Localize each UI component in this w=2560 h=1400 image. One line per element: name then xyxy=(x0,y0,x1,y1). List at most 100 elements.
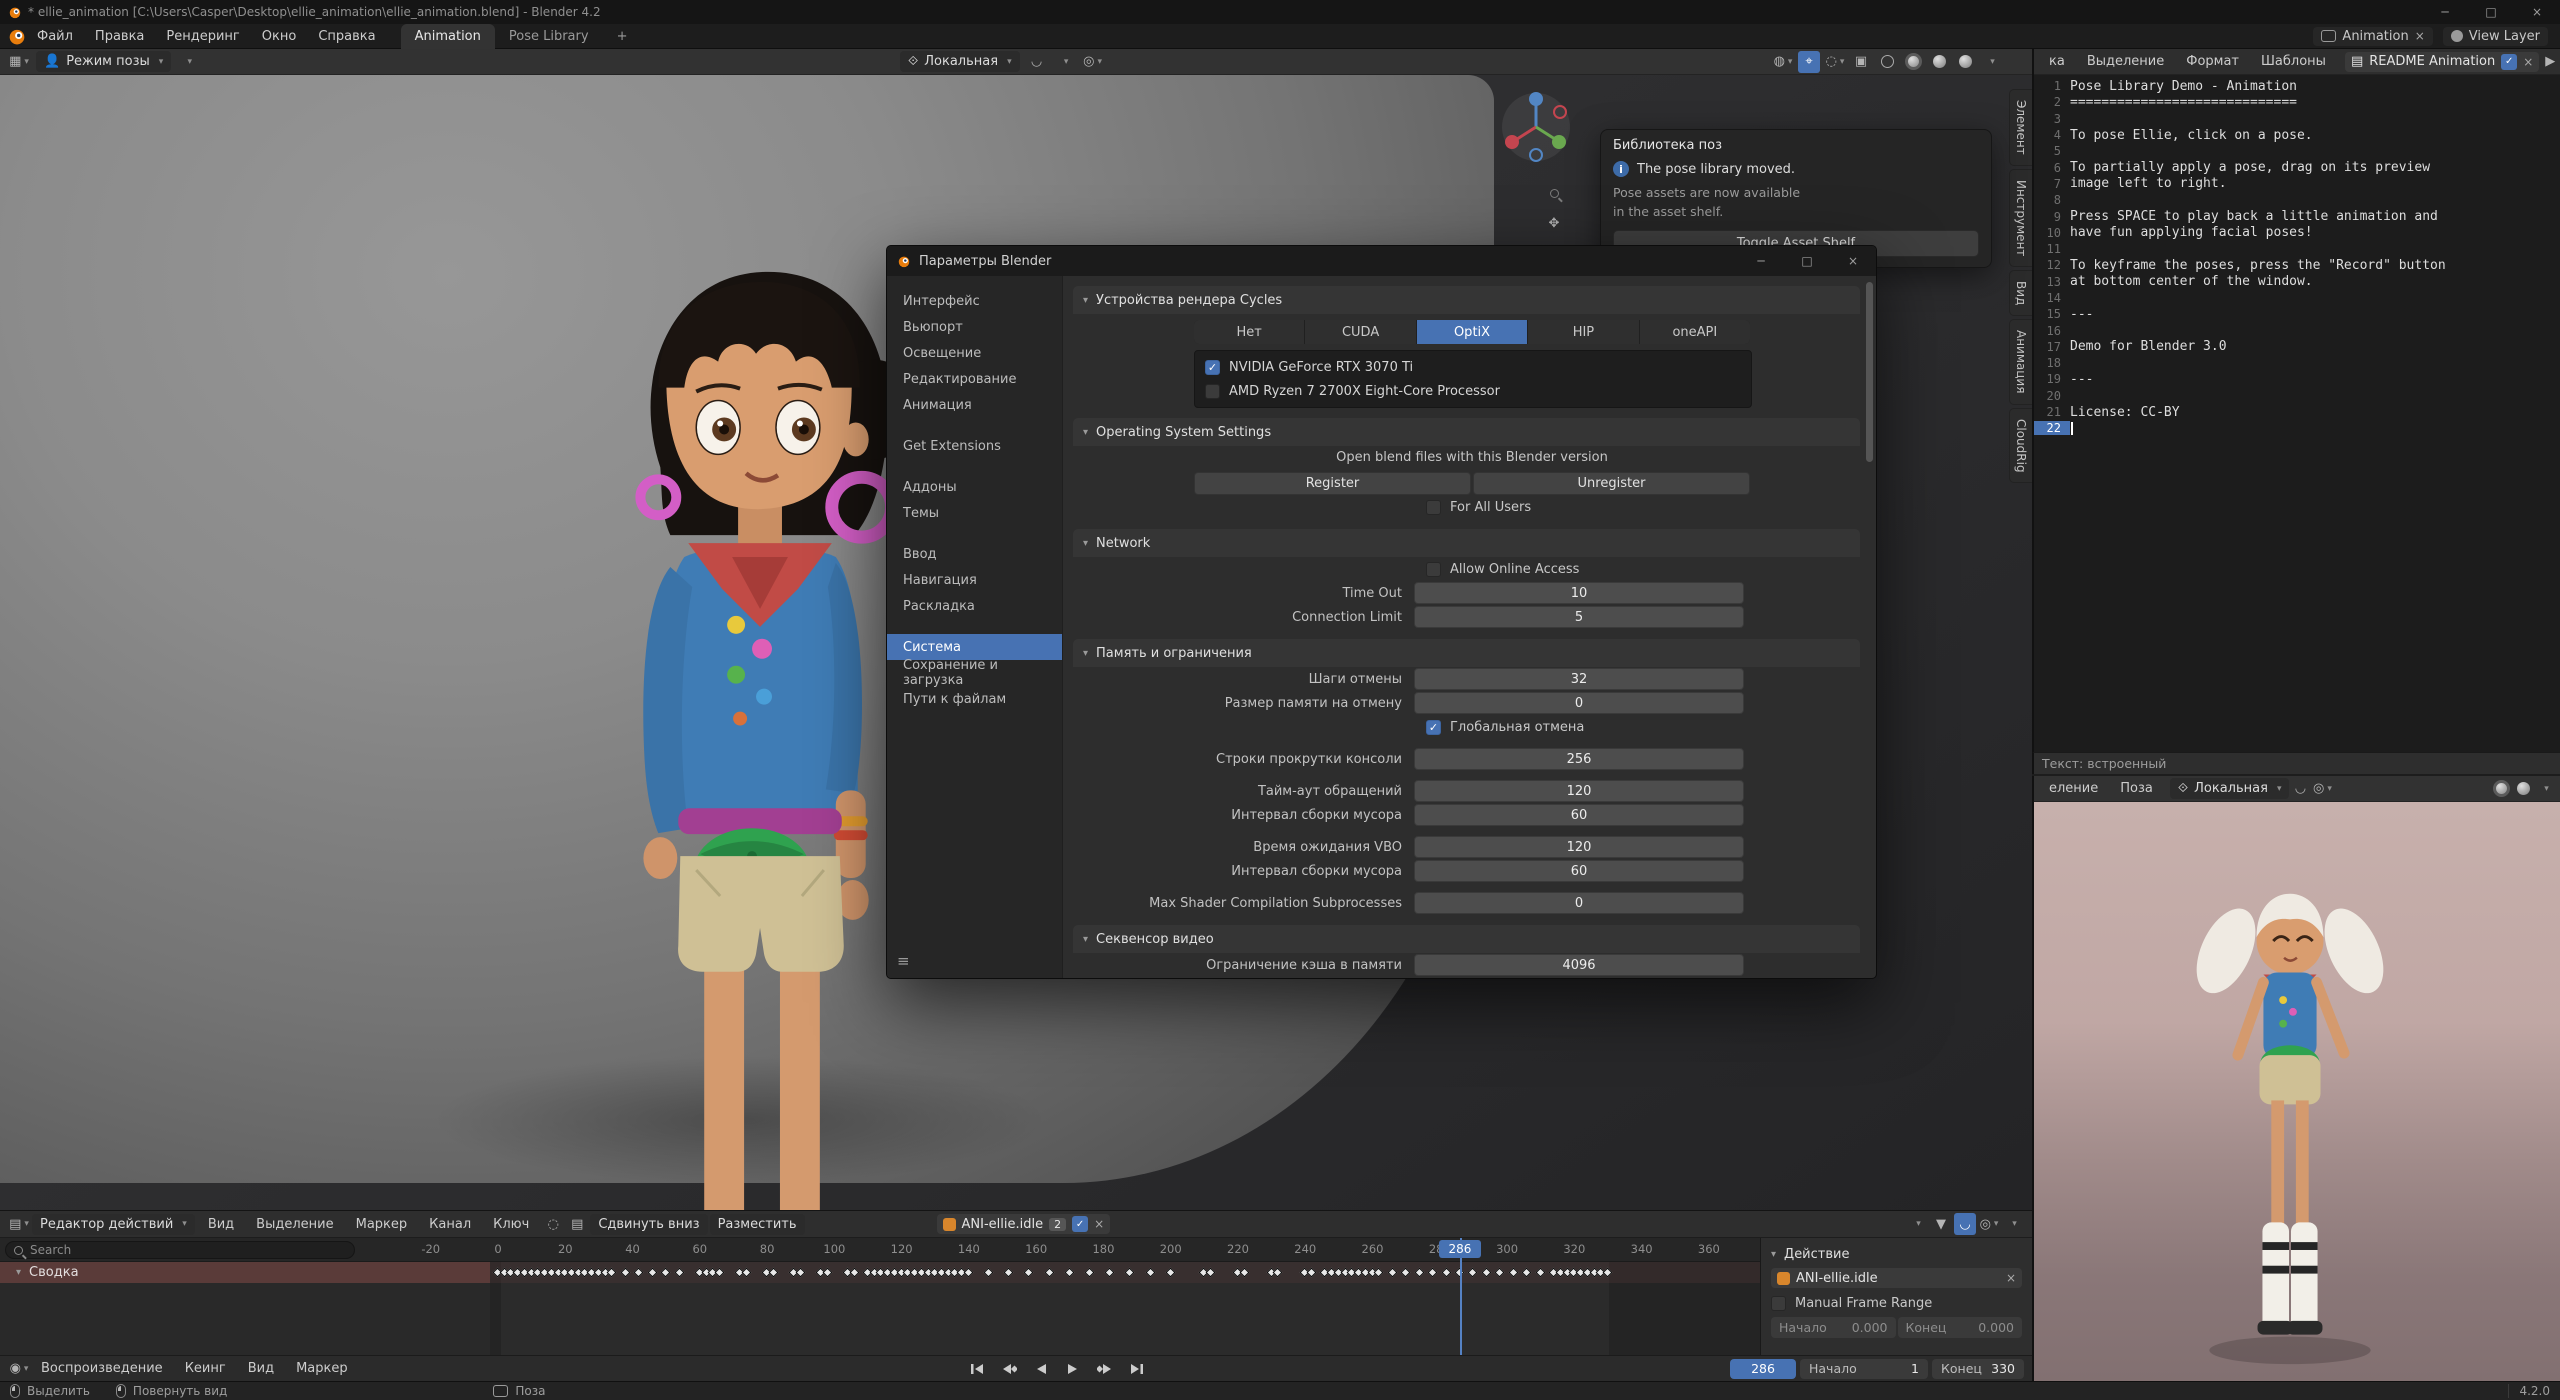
range-start-field[interactable]: Начало0.000 xyxy=(1771,1317,1896,1338)
keyframe-diamond[interactable] xyxy=(984,1268,994,1278)
text-line[interactable]: 20 xyxy=(2034,388,2560,404)
unlink-action-icon[interactable]: × xyxy=(1094,1217,1104,1231)
prefs-nav-Раскладка[interactable]: Раскладка xyxy=(887,593,1062,619)
shading-options-icon-2[interactable]: ▾ xyxy=(2534,778,2556,800)
pose-viewport-canvas[interactable] xyxy=(2034,802,2560,1381)
menu-Рендеринг[interactable]: Рендеринг xyxy=(155,29,250,44)
field-Интервал сборки мусора[interactable]: 60 xyxy=(1414,860,1744,882)
sidebar-tab-Анимация[interactable]: Анимация xyxy=(2009,319,2032,404)
keyframe-diamond[interactable] xyxy=(1522,1268,1532,1278)
keyframe-diamond[interactable] xyxy=(1468,1268,1478,1278)
device-tab-HIP[interactable]: HIP xyxy=(1528,320,1638,344)
unlink-action-icon[interactable]: × xyxy=(2006,1271,2016,1285)
keyframe-diamond[interactable] xyxy=(1064,1268,1074,1278)
prefs-nav-Навигация[interactable]: Навигация xyxy=(887,567,1062,593)
play-reverse-button[interactable] xyxy=(1026,1359,1056,1379)
visibility-icon[interactable]: ◍▾ xyxy=(1772,51,1794,73)
prefs-scrollbar[interactable] xyxy=(1866,282,1873,462)
register-button[interactable]: Register xyxy=(1194,472,1471,495)
snap-options-icon[interactable]: ▾ xyxy=(1054,51,1076,73)
xray-toggle-icon[interactable]: ▣ xyxy=(1850,51,1872,73)
keyframe-diamond[interactable] xyxy=(715,1268,725,1278)
prefs-nav-Get Extensions[interactable]: Get Extensions xyxy=(887,433,1062,459)
text-datablock[interactable]: ▤ README Animation ✓ × xyxy=(2345,52,2539,72)
text-menu-Выделение[interactable]: Выделение xyxy=(2076,54,2175,69)
field-Max Shader Compilation Subprocesses[interactable]: 0 xyxy=(1414,892,1744,914)
device-tab-Нет[interactable]: Нет xyxy=(1194,320,1304,344)
text-line[interactable]: 22 xyxy=(2034,420,2560,436)
keyframe-diamond[interactable] xyxy=(1374,1268,1384,1278)
workspace-tab-Pose Library[interactable]: Pose Library xyxy=(495,24,603,49)
keyframe-diamond[interactable] xyxy=(674,1268,684,1278)
keyframe-diamond[interactable] xyxy=(607,1268,617,1278)
shading-rendered-icon[interactable] xyxy=(1954,51,1976,73)
text-line[interactable]: 21License: CC-BY xyxy=(2034,404,2560,420)
keyframe-diamond[interactable] xyxy=(1239,1268,1249,1278)
keyframe-diamond[interactable] xyxy=(1387,1268,1397,1278)
prefs-nav-Сохранение и загрузка[interactable]: Сохранение и загрузка xyxy=(887,660,1062,686)
maximize-button[interactable]: □ xyxy=(2468,0,2514,24)
keyframe-diamond[interactable] xyxy=(1535,1268,1545,1278)
dopesheet-menu-Вид[interactable]: Вид xyxy=(197,1217,245,1232)
keyframe-diamond[interactable] xyxy=(1004,1268,1014,1278)
prefs-minimize-button[interactable]: ─ xyxy=(1738,246,1784,276)
proportional-keys-icon[interactable]: ◎▾ xyxy=(1978,1213,2000,1235)
mode-options-icon[interactable]: ▾ xyxy=(177,51,199,73)
prefs-nav-Интерфейс[interactable]: Интерфейс xyxy=(887,288,1062,314)
menu-Окно[interactable]: Окно xyxy=(251,29,308,44)
workspace-tab-Animation[interactable]: Animation xyxy=(401,24,495,49)
prefs-nav-Вьюпорт[interactable]: Вьюпорт xyxy=(887,314,1062,340)
sidebar-tab-CloudRig[interactable]: CloudRig xyxy=(2009,408,2032,484)
add-workspace-button[interactable]: + xyxy=(603,24,642,49)
menu-Справка[interactable]: Справка xyxy=(307,29,386,44)
section-network[interactable]: ▾Network xyxy=(1073,529,1860,557)
device-tab-oneAPI[interactable]: oneAPI xyxy=(1640,320,1750,344)
keyframe-diamond[interactable] xyxy=(1414,1268,1424,1278)
shading-solid-icon[interactable] xyxy=(1902,51,1924,73)
action-datablock[interactable]: ANI-ellie.idle 2 ✓ × xyxy=(937,1214,1111,1234)
field-Time Out[interactable]: 10 xyxy=(1414,582,1744,604)
text-menu-Шаблоны[interactable]: Шаблоны xyxy=(2250,54,2337,69)
keyframe-diamond[interactable] xyxy=(1044,1268,1054,1278)
playback-menu-Маркер[interactable]: Маркер xyxy=(285,1361,359,1376)
jump-to-end-button[interactable] xyxy=(1122,1359,1152,1379)
transform-orientation-2[interactable]: ⟐ Локальная▾ xyxy=(2170,778,2290,799)
prefs-nav-Анимация[interactable]: Анимация xyxy=(887,392,1062,418)
text-line[interactable]: 8 xyxy=(2034,192,2560,208)
prefs-close-button[interactable]: × xyxy=(1830,246,1876,276)
jump-to-start-button[interactable] xyxy=(962,1359,992,1379)
prefs-nav-Редактирование[interactable]: Редактирование xyxy=(887,366,1062,392)
text-line[interactable]: 10have fun applying facial poses! xyxy=(2034,225,2560,241)
minimize-button[interactable]: ─ xyxy=(2422,0,2468,24)
users-count-badge[interactable]: 2 xyxy=(1049,1218,1066,1231)
layers-icon[interactable]: ▤ xyxy=(566,1213,588,1235)
text-line[interactable]: 5 xyxy=(2034,143,2560,159)
keyframe-diamond[interactable] xyxy=(1085,1268,1095,1278)
text-line[interactable]: 16 xyxy=(2034,322,2560,338)
snap-magnet-icon-2[interactable]: ◡ xyxy=(2289,778,2311,800)
text-line[interactable]: 13at bottom center of the window. xyxy=(2034,274,2560,290)
run-script-icon[interactable]: ▶ xyxy=(2539,51,2560,73)
section-video-sequencer[interactable]: ▾Секвенсор видео xyxy=(1073,925,1860,953)
prefs-nav-Освещение[interactable]: Освещение xyxy=(887,340,1062,366)
keyframe-diamond[interactable] xyxy=(849,1268,859,1278)
pose-viewport-menu-еление[interactable]: еление xyxy=(2038,781,2109,796)
keyframe-diamond[interactable] xyxy=(1145,1268,1155,1278)
for-all-users-checkbox[interactable] xyxy=(1426,500,1441,515)
transform-orientation[interactable]: ⟐ Локальная▾ xyxy=(900,51,1020,72)
section-os-settings[interactable]: ▾Operating System Settings xyxy=(1073,418,1860,446)
prev-keyframe-button[interactable] xyxy=(994,1359,1024,1379)
blender-logo-icon[interactable] xyxy=(8,27,26,45)
fake-user-shield-icon[interactable]: ✓ xyxy=(2501,54,2517,70)
field-Тайм-аут обращений[interactable]: 120 xyxy=(1414,780,1744,802)
keyframe-diamond[interactable] xyxy=(1165,1268,1175,1278)
prefs-nav-Пути к файлам[interactable]: Пути к файлам xyxy=(887,686,1062,712)
unregister-button[interactable]: Unregister xyxy=(1473,472,1750,495)
keyframe-diamond[interactable] xyxy=(1273,1268,1283,1278)
dopesheet-menu-Канал[interactable]: Канал xyxy=(418,1217,482,1232)
dope-sheet-mode[interactable]: Редактор действий▾ xyxy=(32,1214,195,1235)
unlink-text-icon[interactable]: × xyxy=(2523,55,2533,69)
zoom-icon[interactable] xyxy=(1540,179,1568,207)
preferences-titlebar[interactable]: Параметры Blender ─ □ × xyxy=(887,246,1876,276)
menu-Правка[interactable]: Правка xyxy=(84,29,155,44)
